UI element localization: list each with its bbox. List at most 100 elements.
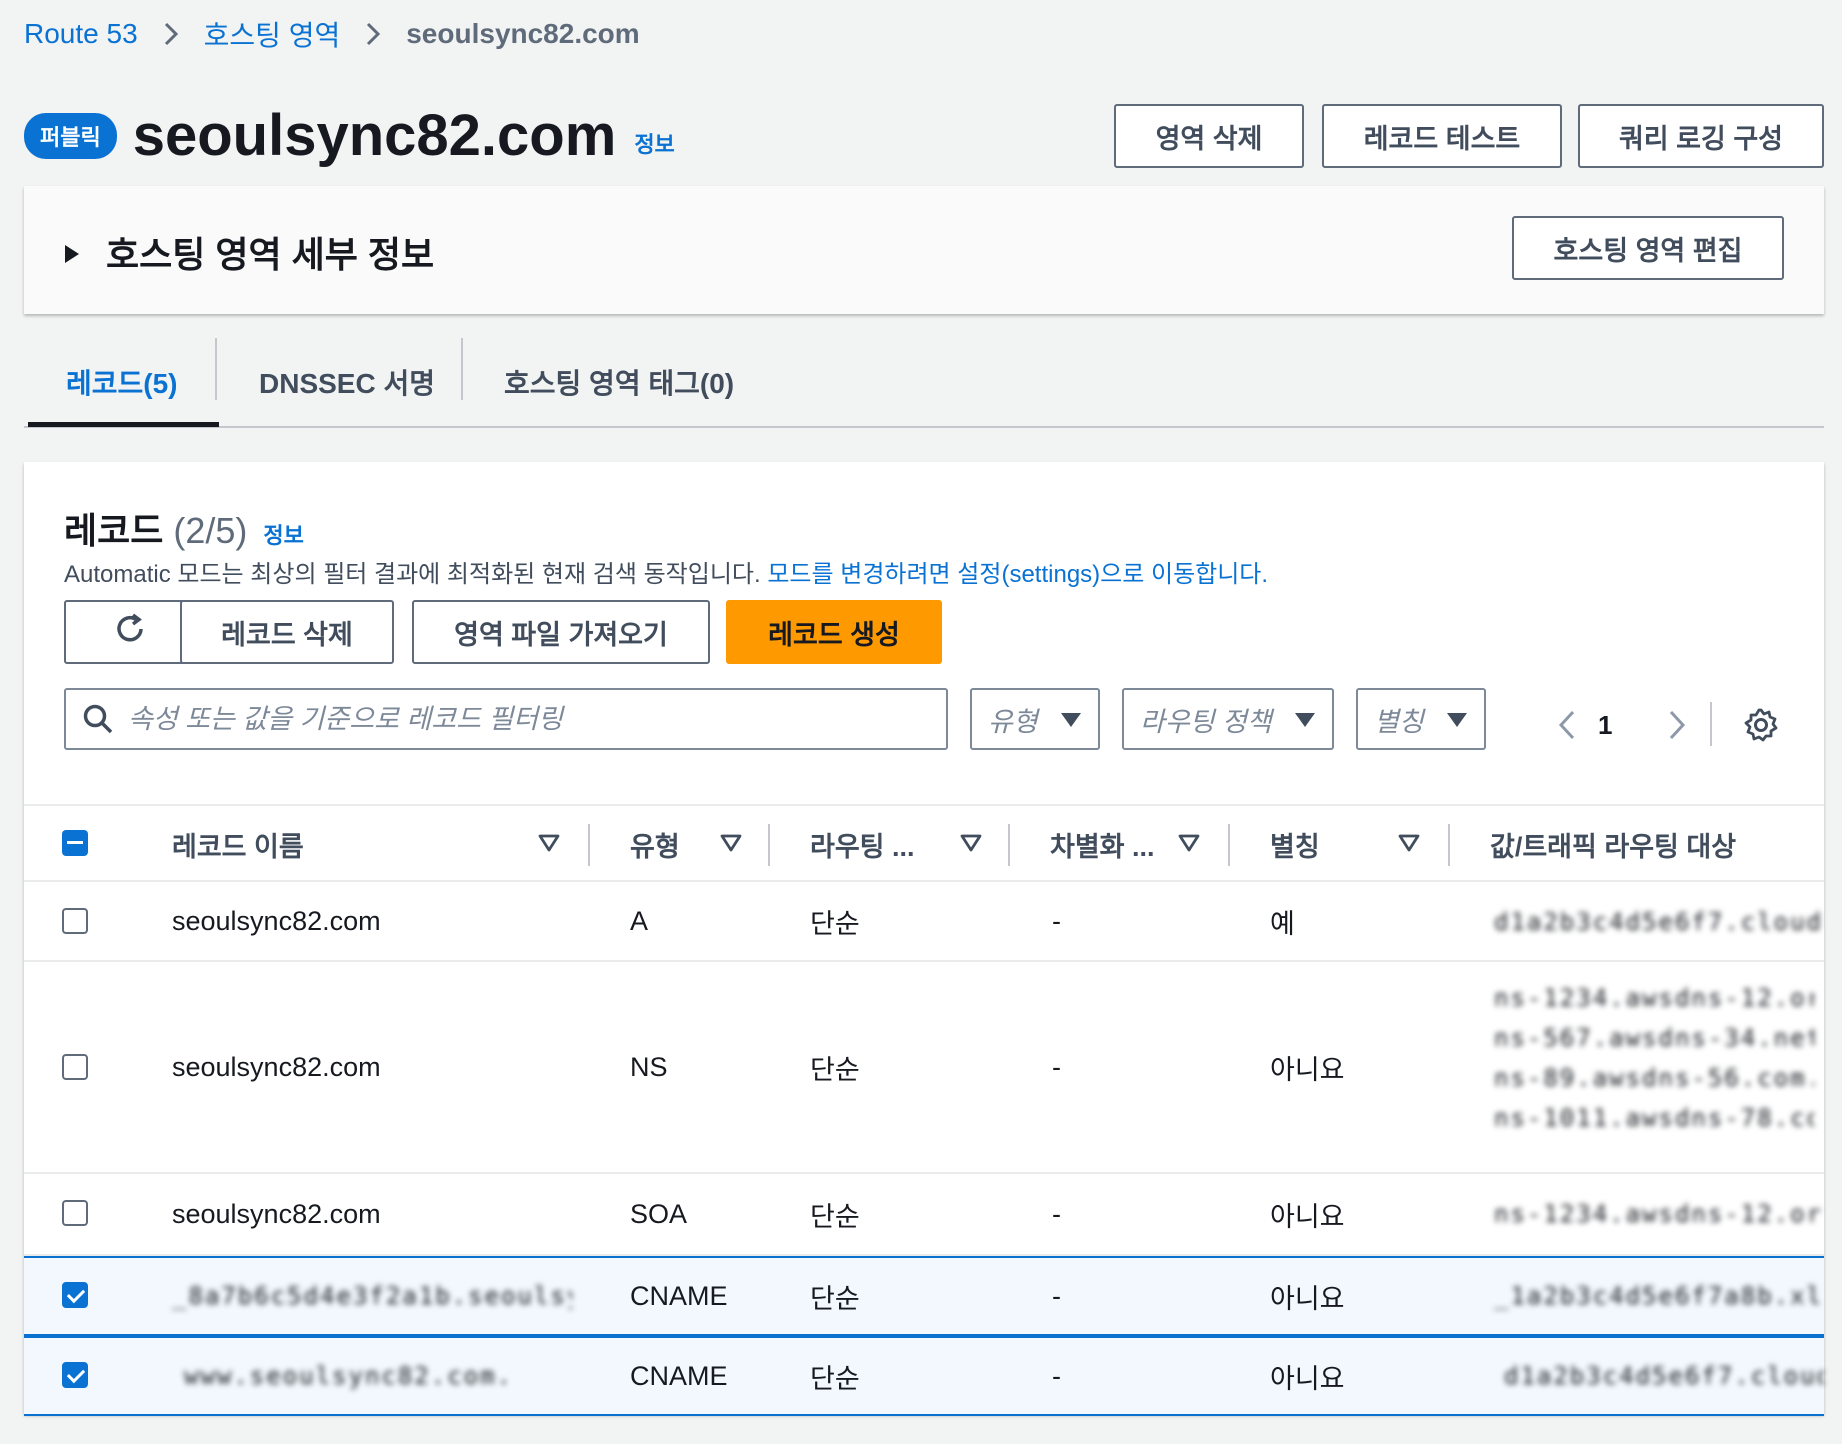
delete-record-button[interactable]: 레코드 삭제: [180, 600, 394, 664]
tab-records[interactable]: 레코드(5): [66, 338, 178, 426]
details-expander[interactable]: 호스팅 영역 세부 정보: [64, 226, 434, 278]
type-filter-select[interactable]: 유형: [970, 688, 1100, 750]
record-routing: 단순: [810, 908, 860, 939]
delete-zone-button[interactable]: 영역 삭제: [1114, 104, 1304, 168]
table-row[interactable]: seoulsync82.com SOA 단순 - 아니요 ns-1234.aws…: [24, 1174, 1824, 1256]
table-row[interactable]: _8a7b6c5d4e3f2a1b.seoulsync82.com. CNAME…: [24, 1256, 1824, 1336]
record-value-cell: d1a2b3c4d5e6f7.cloudfront.net.: [1464, 1338, 1824, 1414]
refresh-button[interactable]: [64, 600, 196, 664]
record-routing: 단순: [810, 1363, 860, 1394]
record-name[interactable]: seoulsync82.com: [172, 882, 381, 960]
record-name[interactable]: _8a7b6c5d4e3f2a1b.seoulsync82.com.: [172, 1258, 572, 1334]
create-record-button[interactable]: 레코드 생성: [726, 600, 942, 664]
table-row[interactable]: seoulsync82.com A 단순 - 예 d1a2b3c4d5e6f7.…: [24, 882, 1824, 962]
row-checkbox[interactable]: [62, 1362, 88, 1388]
column-divider[interactable]: [588, 824, 590, 866]
column-divider[interactable]: [1448, 824, 1450, 866]
search-input[interactable]: [128, 703, 888, 735]
select-all-checkbox[interactable]: [62, 830, 88, 856]
record-value: ns-567.awsdns-34.net.: [1494, 1024, 1814, 1052]
description-text: Automatic 모드는 최상의 필터 결과에 최적화된 현재 검색 동작입니…: [64, 561, 761, 588]
column-alias[interactable]: 별칭: [1270, 806, 1320, 882]
record-differentiator: -: [1052, 905, 1061, 936]
record-value: ns-1234.awsdns-12.org. awsdns-hostmaster: [1494, 1200, 1824, 1228]
chevron-right-icon[interactable]: [1668, 710, 1686, 745]
record-value-cell: ns-1234.awsdns-12.org. awsdns-hostmaster: [1464, 1174, 1824, 1254]
record-value-cell: _1a2b3c4d5e6f7a8b.xlfgrmvvlj.acm-validat…: [1464, 1258, 1824, 1334]
sort-icon[interactable]: [538, 834, 560, 857]
tab-divider: [461, 338, 463, 400]
query-logging-button[interactable]: 쿼리 로깅 구성: [1578, 104, 1824, 168]
breadcrumb-route53[interactable]: Route 53: [24, 18, 138, 50]
routing-filter-label: 라우팅 정책: [1140, 706, 1272, 737]
settings-link[interactable]: 모드를 변경하려면 설정(settings)으로 이동합니다.: [767, 561, 1268, 588]
record-routing: 단순: [810, 1054, 860, 1085]
record-alias: 아니요: [1270, 1363, 1345, 1394]
record-name[interactable]: seoulsync82.com: [172, 1174, 381, 1254]
row-checkbox[interactable]: [62, 1200, 88, 1226]
record-value-cell: ns-1234.awsdns-12.org. ns-567.awsdns-34.…: [1464, 962, 1824, 1172]
record-type: SOA: [630, 1198, 688, 1229]
test-record-button[interactable]: 레코드 테스트: [1322, 104, 1562, 168]
gear-icon[interactable]: [1744, 708, 1778, 747]
record-filter: [64, 688, 948, 750]
record-name[interactable]: www.seoulsync82.com.: [184, 1338, 564, 1414]
record-differentiator: -: [1052, 1051, 1061, 1082]
record-type: CNAME: [630, 1360, 728, 1391]
table-header: 레코드 이름 유형 라우팅 ... 차별화 ... 별칭 값/트래픽 라우팅 대…: [24, 804, 1824, 882]
routing-policy-filter-select[interactable]: 라우팅 정책: [1122, 688, 1334, 750]
row-checkbox[interactable]: [62, 908, 88, 934]
row-checkbox[interactable]: [62, 1054, 88, 1080]
column-divider[interactable]: [1228, 824, 1230, 866]
record-value: ns-1234.awsdns-12.org.: [1494, 984, 1814, 1012]
tab-divider: [215, 338, 217, 400]
column-type[interactable]: 유형: [630, 806, 680, 882]
record-value: d1a2b3c4d5e6f7.cloudfront.net.: [1494, 908, 1824, 936]
records-info-link[interactable]: 정보: [263, 518, 303, 550]
records-count: (2/5): [173, 510, 248, 551]
record-alias: 아니요: [1270, 1283, 1345, 1314]
chevron-left-icon[interactable]: [1558, 710, 1576, 745]
edit-hosted-zone-button[interactable]: 호스팅 영역 편집: [1512, 216, 1784, 280]
records-panel: 레코드 (2/5) 정보 Automatic 모드는 최상의 필터 결과에 최적…: [24, 462, 1824, 1416]
column-routing[interactable]: 라우팅 ...: [810, 806, 915, 882]
caret-right-icon: [64, 231, 80, 273]
column-record-name[interactable]: 레코드 이름: [172, 806, 304, 882]
breadcrumb-hosted-zones[interactable]: 호스팅 영역: [204, 14, 341, 54]
column-value[interactable]: 값/트래픽 라우팅 대상: [1490, 806, 1736, 882]
tab-bar: 레코드(5) DNSSEC 서명 호스팅 영역 태그(0): [24, 338, 1824, 428]
sort-icon[interactable]: [960, 834, 982, 857]
page-number[interactable]: 1: [1598, 710, 1612, 741]
pager-divider: [1710, 702, 1712, 746]
column-differentiator[interactable]: 차별화 ...: [1050, 806, 1155, 882]
record-name[interactable]: seoulsync82.com: [172, 962, 381, 1172]
refresh-icon: [112, 611, 148, 654]
info-link[interactable]: 정보: [634, 127, 674, 159]
alias-filter-select[interactable]: 별칭: [1356, 688, 1486, 750]
chevron-right-icon: [164, 22, 178, 46]
column-divider[interactable]: [1008, 824, 1010, 866]
sort-icon[interactable]: [1398, 834, 1420, 857]
record-value: ns-1011.awsdns-78.co.uk.: [1494, 1104, 1814, 1132]
record-differentiator: -: [1052, 1198, 1061, 1229]
sort-icon[interactable]: [720, 834, 742, 857]
page-header: 퍼블릭 seoulsync82.com 정보: [24, 102, 675, 169]
record-type: NS: [630, 1051, 668, 1082]
record-value: d1a2b3c4d5e6f7.cloudfront.net.: [1504, 1362, 1824, 1390]
tab-dnssec[interactable]: DNSSEC 서명: [259, 338, 435, 426]
alias-filter-label: 별칭: [1374, 706, 1424, 737]
breadcrumb-current: seoulsync82.com: [406, 18, 640, 49]
records-heading: 레코드 (2/5) 정보: [64, 502, 304, 554]
row-checkbox[interactable]: [62, 1282, 88, 1308]
column-divider[interactable]: [768, 824, 770, 866]
sort-icon[interactable]: [1178, 834, 1200, 857]
import-zone-file-button[interactable]: 영역 파일 가져오기: [412, 600, 710, 664]
record-differentiator: -: [1052, 1360, 1061, 1391]
tab-tags[interactable]: 호스팅 영역 태그(0): [504, 338, 734, 426]
record-alias: 아니요: [1270, 1201, 1345, 1232]
details-title: 호스팅 영역 세부 정보: [106, 234, 435, 275]
table-row[interactable]: www.seoulsync82.com. CNAME 단순 - 아니요 d1a2…: [24, 1336, 1824, 1416]
table-row[interactable]: seoulsync82.com NS 단순 - 아니요 ns-1234.awsd…: [24, 962, 1824, 1174]
record-alias: 예: [1270, 908, 1295, 939]
record-differentiator: -: [1052, 1280, 1061, 1311]
